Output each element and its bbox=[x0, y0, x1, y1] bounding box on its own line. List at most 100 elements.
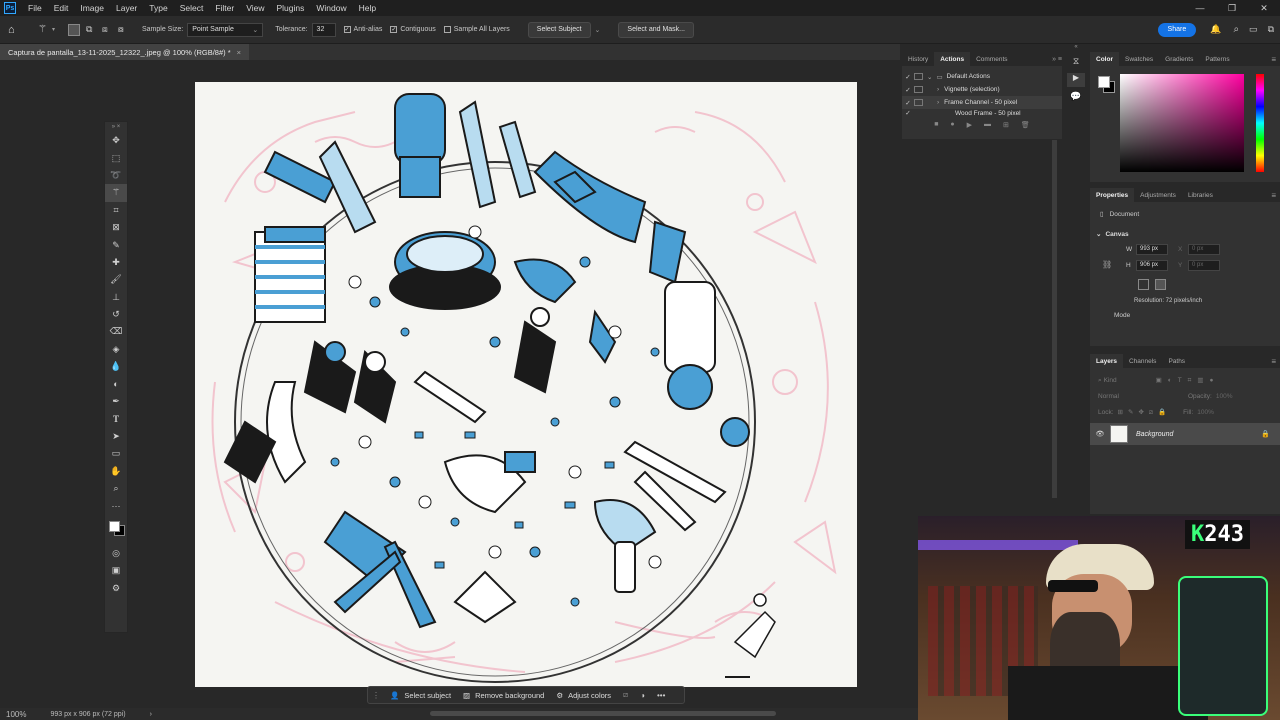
adjust-colors-button[interactable]: ⚙ Adjust colors bbox=[556, 691, 611, 700]
color-swatches-icon[interactable] bbox=[105, 515, 127, 545]
more-tools-icon[interactable]: ··· bbox=[105, 497, 127, 514]
dialog-toggle-icon[interactable] bbox=[914, 86, 923, 93]
action-row[interactable]: ✓ › Frame Channel - 50 pixel bbox=[902, 96, 1062, 109]
add-selection-icon[interactable]: ⧉ bbox=[86, 24, 98, 35]
history-brush-tool-icon[interactable]: ↺ bbox=[105, 306, 127, 323]
tab-paths[interactable]: Paths bbox=[1162, 354, 1191, 368]
menu-layer[interactable]: Layer bbox=[116, 3, 137, 13]
hue-slider[interactable] bbox=[1256, 74, 1264, 172]
move-tool-icon[interactable]: ✥ bbox=[105, 132, 127, 149]
y-input[interactable]: 0 px bbox=[1188, 260, 1220, 271]
menu-type[interactable]: Type bbox=[149, 3, 167, 13]
home-icon[interactable]: ⌂ bbox=[8, 24, 28, 36]
bell-icon[interactable]: 🔔 bbox=[1210, 24, 1221, 35]
tab-layers[interactable]: Layers bbox=[1090, 354, 1123, 368]
select-and-mask-button[interactable]: Select and Mask... bbox=[618, 21, 695, 38]
new-action-icon[interactable]: ⊞ bbox=[1003, 121, 1009, 129]
new-selection-icon[interactable] bbox=[68, 23, 80, 36]
menu-filter[interactable]: Filter bbox=[215, 3, 234, 13]
intersect-selection-icon[interactable]: ⧇ bbox=[118, 24, 130, 35]
layer-row-background[interactable]: 👁 Background 🔒 bbox=[1090, 423, 1280, 445]
sample-size-select[interactable]: Point Sample ⌄ bbox=[187, 22, 264, 37]
menu-help[interactable]: Help bbox=[359, 3, 376, 13]
paint-bucket-tool-icon[interactable]: ◈ bbox=[105, 341, 127, 358]
anti-alias-checkbox[interactable]: ✓ Anti-alias bbox=[343, 26, 382, 33]
check-icon[interactable]: ✓ bbox=[902, 109, 914, 117]
kind-filter[interactable]: Kind bbox=[1104, 377, 1156, 384]
mask-icon[interactable]: ◑ bbox=[640, 691, 645, 700]
tab-channels[interactable]: Channels bbox=[1123, 354, 1162, 368]
panel-menu-icon[interactable]: ≡ bbox=[1271, 55, 1276, 64]
eye-icon[interactable]: 👁 bbox=[1090, 430, 1110, 438]
link-dimensions-icon[interactable]: ⛓ bbox=[1102, 260, 1112, 269]
taskbar-select-subject-button[interactable]: 👤 Select subject bbox=[390, 691, 451, 700]
clone-stamp-tool-icon[interactable]: ⊥ bbox=[105, 289, 127, 306]
actions-play-icon[interactable]: ▶ bbox=[1067, 73, 1085, 87]
tool-preset-chevron-icon[interactable]: ▾ bbox=[52, 26, 62, 33]
menu-select[interactable]: Select bbox=[180, 3, 204, 13]
contiguous-checkbox[interactable]: ✓ Contiguous bbox=[390, 26, 436, 33]
chevron-right-icon[interactable]: › bbox=[937, 86, 939, 93]
play-icon[interactable]: ▶ bbox=[967, 121, 972, 129]
menu-window[interactable]: Window bbox=[316, 3, 346, 13]
panel-expand-icon[interactable]: » ≡ bbox=[1052, 56, 1062, 63]
comments-icon[interactable]: 💬 bbox=[1062, 91, 1090, 102]
fill-value[interactable]: 100% bbox=[1197, 409, 1214, 416]
chevron-down-icon[interactable]: ⌄ bbox=[927, 73, 932, 81]
trash-icon[interactable]: 🗑 bbox=[1021, 121, 1030, 129]
photoshop-logo[interactable]: Ps bbox=[4, 2, 16, 14]
brush-tool-icon[interactable]: 🖌 bbox=[105, 271, 127, 288]
more-options-icon[interactable]: ••• bbox=[657, 691, 665, 700]
tab-libraries[interactable]: Libraries bbox=[1182, 188, 1219, 202]
dialog-toggle-icon[interactable] bbox=[914, 73, 923, 80]
workspace-icon[interactable]: ▭ bbox=[1249, 24, 1258, 35]
share-button[interactable]: Share bbox=[1157, 22, 1197, 37]
color-field[interactable] bbox=[1120, 74, 1244, 172]
foreground-color-swatch[interactable] bbox=[109, 520, 120, 532]
subtract-selection-icon[interactable]: ⧈ bbox=[102, 24, 114, 35]
remove-background-button[interactable]: ▨ Remove background bbox=[463, 691, 544, 700]
blend-mode-select[interactable]: Normal bbox=[1098, 393, 1188, 400]
toolbox-collapse-icon[interactable]: » × bbox=[105, 122, 127, 132]
close-tab-icon[interactable]: × bbox=[237, 48, 241, 57]
type-tool-icon[interactable]: T bbox=[105, 410, 127, 427]
height-input[interactable]: 906 px bbox=[1136, 260, 1168, 271]
tab-comments[interactable]: Comments bbox=[970, 52, 1013, 66]
menu-file[interactable]: File bbox=[28, 3, 42, 13]
panel-menu-icon[interactable]: ≡ bbox=[1271, 191, 1276, 200]
eraser-tool-icon[interactable]: ⌫ bbox=[105, 323, 127, 340]
record-icon[interactable]: ● bbox=[950, 121, 954, 129]
frame-tool-icon[interactable]: ⊠ bbox=[105, 219, 127, 236]
tab-gradients[interactable]: Gradients bbox=[1159, 52, 1199, 66]
tab-color[interactable]: Color bbox=[1090, 52, 1119, 66]
collapse-panels-icon[interactable]: « bbox=[1062, 44, 1090, 50]
tolerance-input[interactable]: 32 bbox=[311, 22, 336, 37]
dodge-tool-icon[interactable]: ◐ bbox=[105, 375, 127, 392]
magic-wand-tool-icon[interactable]: ⚚ bbox=[38, 24, 52, 35]
maximize-button[interactable]: ❐ bbox=[1216, 0, 1248, 16]
tab-adjustments[interactable]: Adjustments bbox=[1134, 188, 1182, 202]
menu-view[interactable]: View bbox=[246, 3, 264, 13]
tab-actions[interactable]: Actions bbox=[934, 52, 971, 66]
lasso-tool-icon[interactable]: ➰ bbox=[105, 167, 127, 184]
document-tab[interactable]: Captura de pantalla_13-11-2025_12322_.jp… bbox=[0, 44, 250, 60]
marquee-tool-icon[interactable]: ⬚ bbox=[105, 149, 127, 166]
action-row[interactable]: ✓ Wood Frame - 50 pixel bbox=[902, 109, 1062, 118]
check-icon[interactable]: ✓ bbox=[902, 99, 914, 107]
filter-icons[interactable]: ▣◐T⌗▥● bbox=[1156, 376, 1220, 385]
horizontal-scrollbar[interactable] bbox=[430, 711, 776, 716]
fg-bg-swatch-icon[interactable] bbox=[1098, 76, 1116, 94]
select-subject-chevron-icon[interactable]: ⌄ bbox=[595, 26, 601, 34]
panel-menu-icon[interactable]: ≡ bbox=[1271, 357, 1276, 366]
canvas-section-header[interactable]: ⌄ Canvas bbox=[1096, 230, 1280, 239]
tab-patterns[interactable]: Patterns bbox=[1199, 52, 1235, 66]
action-row[interactable]: ✓ › Vignette (selection) bbox=[902, 83, 1062, 96]
menu-plugins[interactable]: Plugins bbox=[276, 3, 304, 13]
taskbar-drag-handle-icon[interactable]: ⋮ bbox=[372, 691, 380, 700]
panel-arrange-icon[interactable]: ⧉ bbox=[1268, 24, 1274, 35]
history-icon[interactable]: ⧖ bbox=[1062, 56, 1090, 67]
layer-name[interactable]: Background bbox=[1136, 431, 1173, 438]
tab-swatches[interactable]: Swatches bbox=[1119, 52, 1159, 66]
vertical-scrollbar[interactable] bbox=[1052, 140, 1057, 498]
rectangle-tool-icon[interactable]: ▭ bbox=[105, 445, 127, 462]
